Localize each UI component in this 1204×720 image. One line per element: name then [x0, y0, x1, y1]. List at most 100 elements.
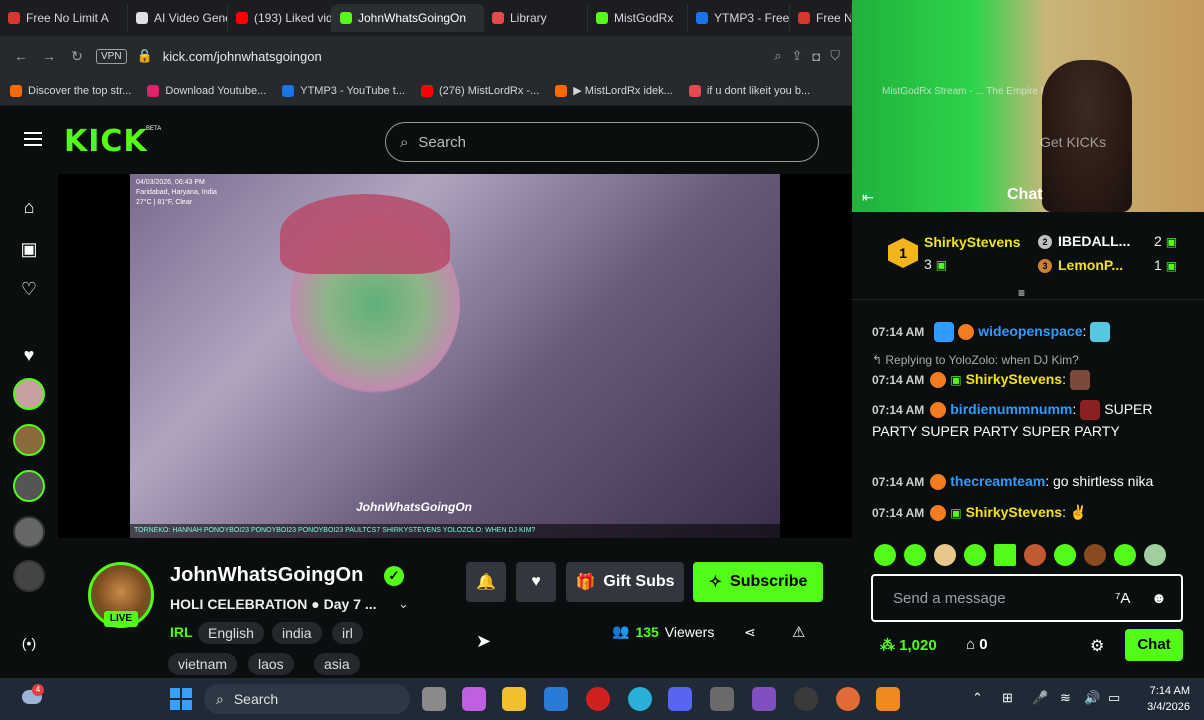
chat-username[interactable]: ShirkyStevens — [966, 371, 1063, 387]
clipchamp-icon[interactable] — [752, 687, 776, 711]
leaderboard-name[interactable]: ShirkyStevens — [924, 234, 1021, 250]
taskbar-search[interactable]: ⌕ Search — [204, 684, 410, 714]
report-icon[interactable]: ⚠ — [792, 623, 805, 641]
emote-icon[interactable] — [964, 544, 986, 566]
shield-icon[interactable]: ⛉ — [830, 48, 840, 64]
followed-channel-avatar[interactable] — [13, 424, 45, 456]
browser-tab[interactable]: Library — [484, 4, 588, 32]
followed-channel-avatar[interactable] — [13, 516, 45, 548]
emote-icon[interactable] — [934, 544, 956, 566]
gift-balance[interactable]: ⌂ 0 — [966, 636, 988, 653]
app-icon[interactable] — [836, 687, 860, 711]
emote-icon[interactable] — [994, 544, 1016, 566]
file-explorer-icon[interactable] — [502, 687, 526, 711]
browser-tab[interactable]: YTMP3 - Free — [688, 4, 790, 32]
browser-tab[interactable]: MistGodRx — [588, 4, 688, 32]
task-view-icon[interactable] — [422, 687, 446, 711]
stream-tag[interactable]: india — [272, 622, 322, 644]
edge-browser-icon[interactable] — [628, 687, 652, 711]
chat-username[interactable]: wideopenspace — [978, 323, 1082, 339]
url-field[interactable]: kick.com/johnwhatsgoingon — [163, 49, 764, 64]
obs-icon[interactable] — [794, 687, 818, 711]
chat-username[interactable]: ShirkyStevens — [966, 504, 1063, 520]
home-icon[interactable]: ⌂ — [18, 196, 40, 218]
stream-tag[interactable]: vietnam — [168, 653, 238, 675]
battery-icon[interactable]: ▭ — [1108, 690, 1120, 706]
kicks-balance[interactable]: ⁂ 1,020 — [880, 636, 937, 654]
vpn-badge[interactable]: VPN — [96, 48, 127, 64]
category-link[interactable]: IRL — [170, 624, 193, 640]
bookmark[interactable]: Download Youtube... — [147, 84, 266, 97]
stream-tag[interactable]: English — [198, 622, 264, 644]
bookmark[interactable]: Discover the top str... — [10, 84, 131, 97]
browser-tab[interactable]: AI Video Gener — [128, 4, 228, 32]
browser-tab-active[interactable]: JohnWhatsGoingOn — [332, 4, 484, 32]
windows-start-icon[interactable] — [170, 688, 192, 710]
emote-icon[interactable] — [904, 544, 926, 566]
copilot-icon[interactable] — [462, 687, 486, 711]
kick-logo[interactable]: KICK — [64, 124, 148, 159]
opera-browser-icon[interactable] — [586, 687, 610, 711]
share-icon[interactable]: ⇪ — [791, 48, 802, 64]
chevron-down-icon[interactable]: ⌄ — [398, 596, 409, 612]
followed-channel-avatar[interactable] — [13, 470, 45, 502]
leaderboard-name[interactable]: IBEDALL... — [1058, 233, 1130, 249]
menu-icon[interactable] — [24, 132, 42, 146]
follow-button[interactable]: ♥ — [516, 562, 556, 602]
stream-tag[interactable]: asia — [314, 653, 360, 675]
followed-channel-avatar[interactable] — [13, 560, 45, 592]
browser-tab[interactable]: Free No Limit A — [0, 4, 128, 32]
wifi-icon[interactable]: ≋ — [1060, 690, 1071, 706]
notification-bell-button[interactable]: 🔔 — [466, 562, 506, 602]
discord-icon[interactable] — [668, 687, 692, 711]
tray-app-icon[interactable]: ⊞ — [1002, 690, 1013, 706]
browse-icon[interactable]: ▣ — [18, 238, 40, 260]
subscribe-button[interactable]: ✧ Subscribe — [693, 562, 823, 602]
reload-icon[interactable]: ↻ — [68, 48, 86, 65]
browser-tab[interactable]: (193) Liked vid — [228, 4, 332, 32]
bookmark[interactable]: YTMP3 - YouTube t... — [282, 84, 405, 97]
chat-username[interactable]: thecreamteam — [950, 473, 1045, 489]
camera-icon[interactable]: ◘ — [812, 49, 820, 64]
send-chat-button[interactable]: Chat — [1125, 629, 1183, 661]
emoji-icon[interactable]: ☻ — [1151, 590, 1167, 607]
bookmark[interactable]: (276) MistLordRx -... — [421, 84, 539, 97]
chevron-up-icon[interactable]: ⌃ — [972, 690, 983, 706]
taskbar-clock[interactable]: 7:14 AM 3/4/2026 — [1138, 683, 1190, 715]
search-input[interactable]: ⌕ Search — [385, 122, 819, 162]
outlook-icon[interactable] — [544, 687, 568, 711]
emote-icon[interactable] — [1084, 544, 1106, 566]
search-icon[interactable]: ⌕ — [774, 48, 781, 64]
emote-icon[interactable] — [1114, 544, 1136, 566]
microphone-icon[interactable]: 🎤 — [1032, 690, 1048, 706]
gift-subs-button[interactable]: 🎁 Gift Subs — [566, 562, 684, 602]
emote-icon[interactable] — [1024, 544, 1046, 566]
bookmark[interactable]: ▶ MistLordRx idek... — [555, 84, 673, 97]
video-frame[interactable]: 04/03/2026, 06:43 PM Faridabad, Haryana,… — [130, 174, 780, 538]
chat-message-input[interactable]: Send a message ⁷A ☻ — [871, 574, 1183, 622]
stream-tag[interactable]: laos — [248, 653, 294, 675]
channel-name[interactable]: JohnWhatsGoingOn — [170, 564, 363, 587]
forward-icon[interactable]: → — [40, 48, 58, 64]
volume-icon[interactable]: 🔊 — [1084, 690, 1100, 706]
share-icon[interactable]: ⋖ — [744, 624, 756, 641]
camera-app-icon[interactable] — [710, 687, 734, 711]
leaderboard-name[interactable]: LemonP... — [1058, 257, 1123, 273]
browser-tab[interactable]: Free No Limit — [790, 4, 852, 32]
get-kicks-button[interactable]: Get KICKs — [1040, 134, 1106, 150]
gear-icon[interactable]: ⚙ — [1090, 636, 1104, 656]
live-broadcast-icon[interactable]: (•) — [18, 632, 40, 654]
followed-channel-avatar[interactable] — [13, 378, 45, 410]
back-icon[interactable]: ← — [12, 48, 30, 64]
emote-icon[interactable] — [1054, 544, 1076, 566]
following-icon[interactable]: ♡ — [18, 278, 40, 300]
expand-leaderboard-icon[interactable]: ≡ — [1018, 286, 1025, 300]
fl-studio-icon[interactable] — [876, 687, 900, 711]
stream-tag[interactable]: irl — [332, 622, 363, 644]
bookmark[interactable]: if u dont likeit you b... — [688, 84, 810, 97]
emote-icon[interactable] — [1144, 544, 1166, 566]
collapse-chat-icon[interactable]: ⇤ — [862, 189, 874, 206]
emote-icon[interactable] — [874, 544, 896, 566]
chat-username[interactable]: birdienummnumm — [950, 401, 1072, 417]
translate-icon[interactable]: ⁷A — [1115, 590, 1130, 607]
